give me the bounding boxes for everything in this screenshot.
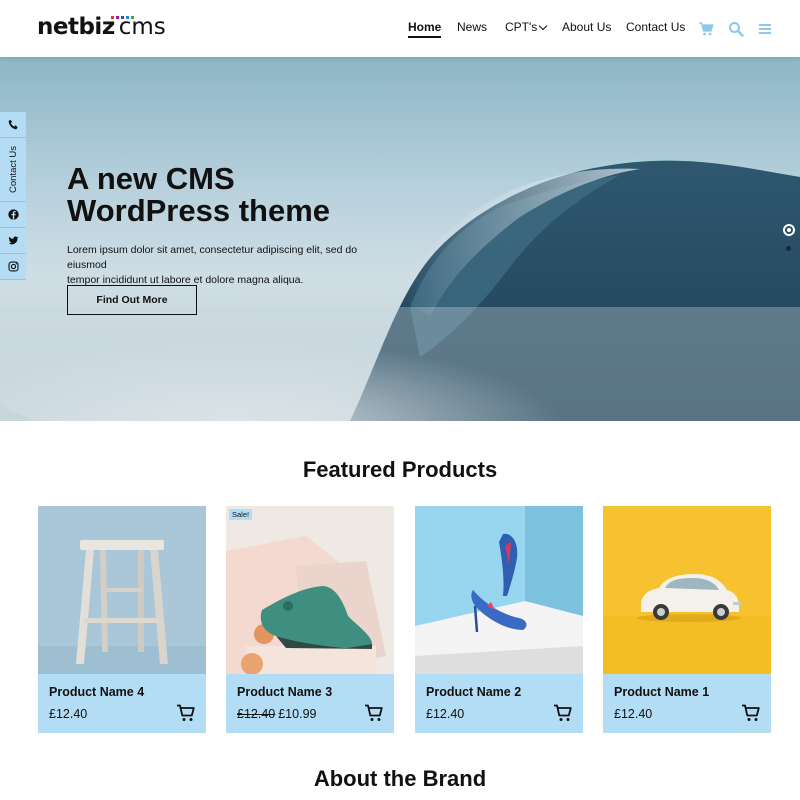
- product-name[interactable]: Product Name 1: [614, 685, 709, 699]
- contact-us-tab-label: Contact Us: [7, 146, 19, 193]
- nav-news[interactable]: News: [457, 20, 487, 34]
- add-to-cart-icon[interactable]: [176, 704, 196, 722]
- product-price: £12.40 £10.99: [237, 707, 316, 721]
- product-image-car[interactable]: [603, 506, 771, 674]
- add-to-cart-icon[interactable]: [741, 704, 761, 722]
- featured-products-heading: Featured Products: [302, 457, 498, 482]
- product-current-price: £12.40: [614, 707, 653, 721]
- nav-about-us[interactable]: About Us: [562, 20, 611, 34]
- product-name[interactable]: Product Name 4: [49, 685, 144, 699]
- product-price: £12.40: [49, 707, 87, 721]
- hero-title-line-1: A new CMS: [67, 161, 235, 196]
- contact-us-tab[interactable]: Contact Us: [0, 138, 26, 202]
- product-image-heels[interactable]: [415, 506, 583, 674]
- product-card[interactable]: Product Name 2 £12.40: [415, 506, 583, 733]
- nav-home[interactable]: Home: [408, 20, 442, 38]
- add-to-cart-icon[interactable]: [364, 704, 384, 722]
- instagram-icon: [7, 261, 19, 272]
- hero-title: A new CMS WordPress theme: [67, 163, 330, 227]
- twitter-link[interactable]: [0, 228, 26, 254]
- product-image-stool[interactable]: [38, 506, 206, 674]
- product-sale-price: £10.99: [278, 707, 317, 721]
- nav-cpts[interactable]: CPT's: [505, 20, 548, 34]
- product-info: Product Name 4 £12.40: [38, 674, 206, 733]
- product-card[interactable]: Product Name 4 £12.40: [38, 506, 206, 733]
- facebook-icon: [7, 209, 19, 220]
- hero-title-line-2: WordPress theme: [67, 193, 331, 228]
- product-card[interactable]: Sale! Product Name 3 £12.40 £10.99: [226, 506, 394, 733]
- toy-car-image: [603, 506, 771, 674]
- nav-cpts-label: CPT's: [505, 20, 538, 34]
- phone-icon: [8, 119, 18, 130]
- product-price: £12.40: [614, 707, 652, 721]
- stool-image: [38, 506, 206, 674]
- hero-slider: A new CMS WordPress theme Lorem ipsum do…: [0, 57, 800, 421]
- menu-icon[interactable]: [757, 21, 773, 37]
- logo-dots: [111, 16, 134, 19]
- cart-icon[interactable]: [698, 21, 714, 37]
- add-to-cart-icon[interactable]: [553, 704, 573, 722]
- product-card[interactable]: Product Name 1 £12.40: [603, 506, 771, 733]
- slide-indicator-active[interactable]: [783, 224, 795, 236]
- shoe-image: [226, 506, 394, 674]
- chevron-down-icon: [539, 21, 548, 31]
- hero-description: Lorem ipsum dolor sit amet, consectetur …: [67, 243, 387, 288]
- product-info: Product Name 1 £12.40: [603, 674, 771, 733]
- product-price: £12.40: [426, 707, 464, 721]
- product-name[interactable]: Product Name 2: [426, 685, 521, 699]
- wave-background-image: [0, 160, 800, 421]
- instagram-link[interactable]: [0, 254, 26, 280]
- logo-bold-text: netbiz: [37, 14, 115, 40]
- product-old-price: £12.40: [237, 707, 276, 721]
- product-image-shoe[interactable]: Sale!: [226, 506, 394, 674]
- nav-contact-us[interactable]: Contact Us: [626, 20, 685, 34]
- site-logo[interactable]: netbiz cms: [37, 14, 166, 44]
- product-current-price: £12.40: [49, 707, 88, 721]
- sale-badge: Sale!: [229, 509, 253, 520]
- side-social-bar: Contact Us: [0, 112, 26, 280]
- product-current-price: £12.40: [426, 707, 465, 721]
- product-info: Product Name 3 £12.40 £10.99: [226, 674, 394, 733]
- product-name[interactable]: Product Name 3: [237, 685, 332, 699]
- facebook-link[interactable]: [0, 202, 26, 228]
- slide-indicator[interactable]: [786, 246, 791, 251]
- site-header: netbiz cms Home News CPT's About Us Cont…: [0, 0, 800, 57]
- heels-image: [415, 506, 583, 674]
- phone-link[interactable]: [0, 112, 26, 138]
- twitter-icon: [8, 236, 18, 245]
- hero-text-line-1: Lorem ipsum dolor sit amet, consectetur …: [67, 244, 358, 271]
- find-out-more-button[interactable]: Find Out More: [67, 285, 197, 315]
- search-icon[interactable]: [728, 21, 744, 37]
- product-info: Product Name 2 £12.40: [415, 674, 583, 733]
- about-brand-heading: About the Brand: [313, 766, 487, 791]
